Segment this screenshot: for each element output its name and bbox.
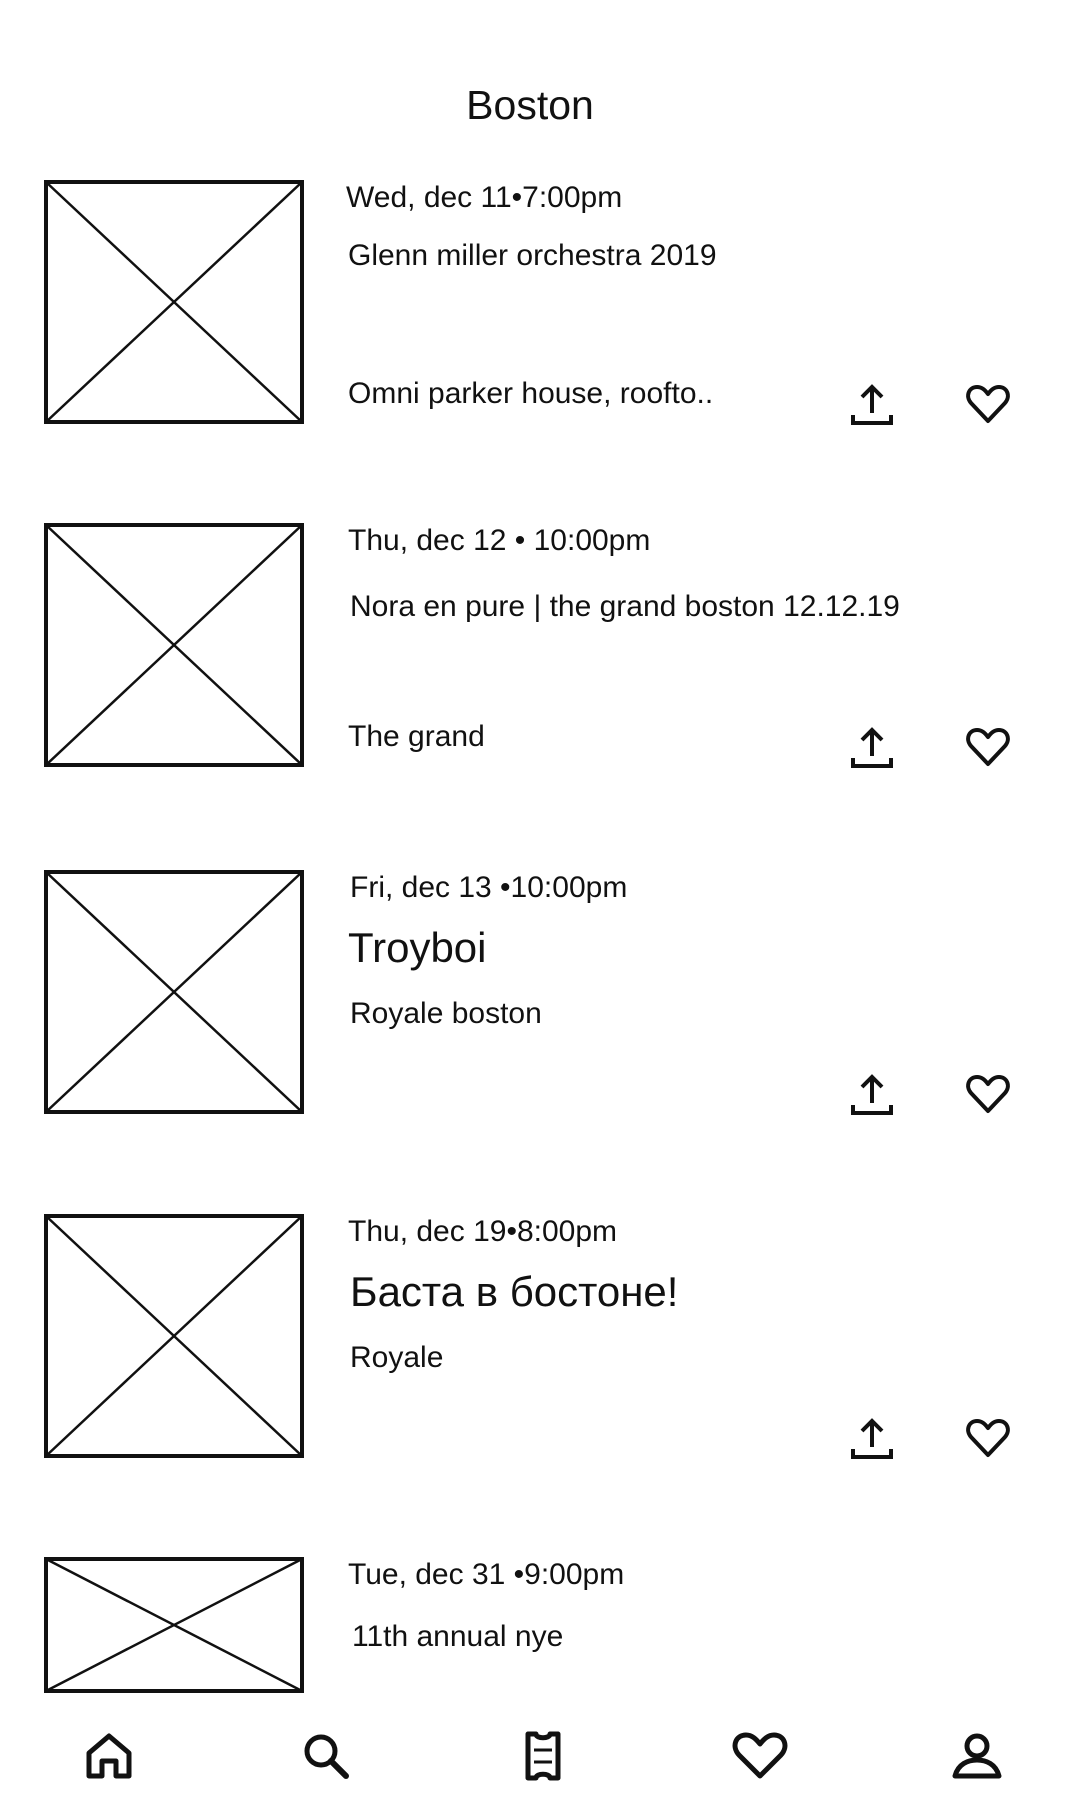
image-placeholder-icon xyxy=(44,523,304,767)
event-title: Nora en pure | the grand boston 12.12.19 xyxy=(350,590,900,623)
event-title: Troyboi xyxy=(348,924,487,971)
event-venue: Omni parker house, roofto.. xyxy=(348,377,714,410)
heart-outline-icon xyxy=(966,1419,1010,1457)
share-upload-icon xyxy=(851,727,893,768)
event-date: Wed, dec 11•7:00pm xyxy=(346,181,623,214)
nav-profile-button[interactable] xyxy=(939,1718,1015,1794)
nav-home-button[interactable] xyxy=(71,1718,147,1794)
event-venue: Royale boston xyxy=(350,997,542,1030)
event-card[interactable]: Thu, dec 12 • 10:00pm Nora en pure | the… xyxy=(0,523,1080,783)
event-title: 11th annual nye xyxy=(352,1620,564,1653)
share-upload-icon xyxy=(851,1074,893,1115)
nav-tickets-button[interactable] xyxy=(505,1718,581,1794)
image-placeholder-icon xyxy=(44,1214,304,1458)
share-upload-icon xyxy=(851,1418,893,1459)
page-title: Boston xyxy=(466,82,594,128)
heart-outline-icon xyxy=(966,385,1010,423)
profile-icon xyxy=(952,1733,1002,1779)
nav-search-button[interactable] xyxy=(288,1718,364,1794)
favorite-button[interactable] xyxy=(960,1410,1016,1466)
favorite-button[interactable] xyxy=(960,719,1016,775)
event-date: Thu, dec 19•8:00pm xyxy=(348,1215,618,1248)
event-date: Tue, dec 31 •9:00pm xyxy=(348,1558,625,1591)
nav-favorites-button[interactable] xyxy=(722,1718,798,1794)
search-icon xyxy=(304,1734,349,1779)
event-title: Glenn miller orchestra 2019 xyxy=(348,239,717,272)
image-placeholder-icon xyxy=(44,870,304,1114)
favorite-button[interactable] xyxy=(960,376,1016,432)
share-button[interactable] xyxy=(844,1066,900,1122)
image-placeholder-icon xyxy=(44,180,304,424)
home-icon xyxy=(86,1733,132,1779)
heart-outline-icon xyxy=(966,728,1010,766)
share-upload-icon xyxy=(851,384,893,425)
event-venue: The grand xyxy=(348,720,485,753)
event-card[interactable]: Tue, dec 31 •9:00pm 11th annual nye xyxy=(0,1557,1080,1697)
share-button[interactable] xyxy=(844,1410,900,1466)
share-button[interactable] xyxy=(844,376,900,432)
bottom-nav xyxy=(0,1712,1080,1800)
ticket-icon xyxy=(525,1731,561,1781)
event-title: Баста в бостоне! xyxy=(350,1268,679,1315)
image-placeholder-icon xyxy=(44,1557,304,1693)
favorite-button[interactable] xyxy=(960,1066,1016,1122)
event-card[interactable]: Thu, dec 19•8:00pm Баста в бостоне! Roya… xyxy=(0,1214,1080,1474)
share-button[interactable] xyxy=(844,719,900,775)
heart-icon xyxy=(732,1732,788,1779)
event-date: Thu, dec 12 • 10:00pm xyxy=(348,524,651,557)
event-card[interactable]: Fri, dec 13 •10:00pm Troyboi Royale bost… xyxy=(0,870,1080,1130)
event-venue: Royale xyxy=(350,1341,444,1374)
heart-outline-icon xyxy=(966,1075,1010,1113)
event-card[interactable]: Wed, dec 11•7:00pm Glenn miller orchestr… xyxy=(0,180,1080,440)
event-date: Fri, dec 13 •10:00pm xyxy=(350,871,628,904)
